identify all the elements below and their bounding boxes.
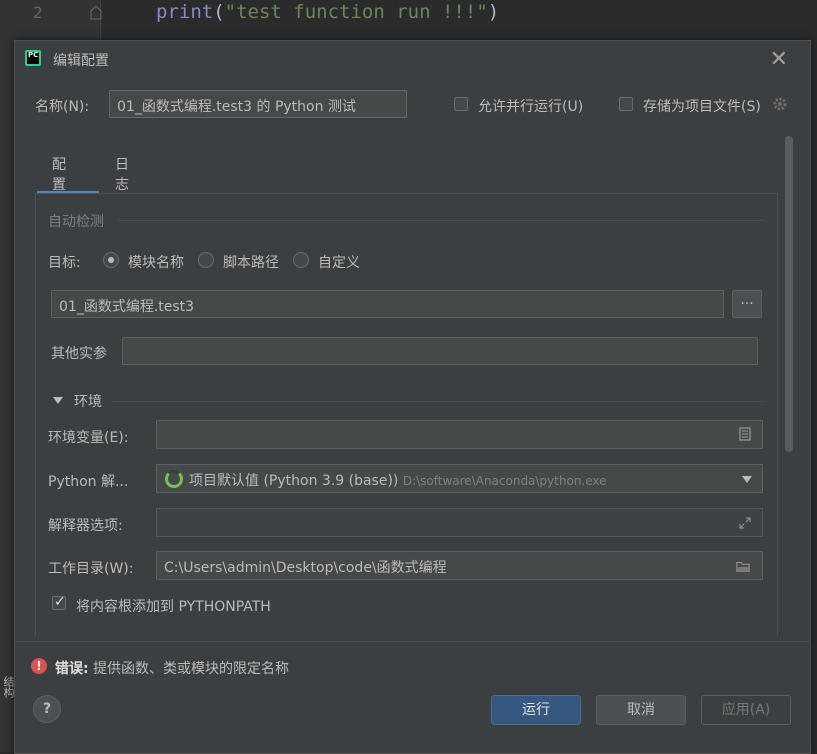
auto-detect-section-title: 自动检测 <box>48 214 104 230</box>
workdir-input[interactable]: C:\Users\admin\Desktop\code\函数式编程 <box>156 551 763 580</box>
document-icon[interactable] <box>738 427 752 441</box>
fold-marker-icon[interactable] <box>90 4 102 20</box>
code-paren-close: ) <box>487 1 500 23</box>
target-module-input[interactable]: 01_函数式编程.test3 <box>51 290 724 318</box>
run-button[interactable]: 运行 <box>491 695 581 725</box>
config-name-input[interactable]: 01_函数式编程.test3 的 Python 测试 <box>109 90 407 118</box>
tab-logs[interactable]: 日志 <box>115 154 129 194</box>
add-content-roots-label[interactable]: 将内容根添加到 PYTHONPATH <box>76 596 271 616</box>
tab-config[interactable]: 配置 <box>52 154 66 194</box>
folder-icon[interactable] <box>736 559 750 573</box>
radio-custom-label[interactable]: 自定义 <box>318 252 360 272</box>
other-args-input[interactable] <box>122 337 758 365</box>
section-separator <box>111 401 763 402</box>
error-prefix: 错误: <box>55 661 89 677</box>
pycharm-logo-icon: PC <box>25 50 41 66</box>
code-string: "test function run !!!" <box>224 1 488 23</box>
interpreter-select[interactable]: 项目默认值 (Python 3.9 (base)) D:\software\An… <box>156 464 763 493</box>
code-function: print <box>156 1 214 23</box>
error-icon: ! <box>31 658 47 674</box>
loading-spinner-icon <box>165 470 183 488</box>
cancel-button[interactable]: 取消 <box>596 695 686 725</box>
app-icon-text: PC <box>28 51 39 59</box>
workdir-label: 工作目录(W): <box>48 561 134 577</box>
target-label: 目标: <box>48 255 81 271</box>
env-vars-label: 环境变量(E): <box>48 430 129 446</box>
error-message: 错误: 提供函数、类或模块的限定名称 <box>55 658 289 678</box>
structure-side-tab[interactable]: 结构 <box>0 676 15 736</box>
section-separator <box>118 220 763 221</box>
interpreter-options-input[interactable] <box>156 508 763 537</box>
dialog-titlebar[interactable]: PC 编辑配置 ✕ <box>15 41 810 75</box>
allow-parallel-label[interactable]: 允许并行运行(U) <box>478 96 583 116</box>
add-content-roots-checkbox[interactable] <box>52 594 66 610</box>
chevron-down-icon[interactable] <box>742 476 752 483</box>
expand-icon[interactable] <box>738 516 752 530</box>
store-project-file-checkbox[interactable] <box>619 97 633 111</box>
error-text: 提供函数、类或模块的限定名称 <box>93 661 290 677</box>
browse-button[interactable]: ... <box>732 290 762 318</box>
code-paren-open: ( <box>213 1 225 23</box>
interpreter-options-label: 解释器选项: <box>48 518 123 534</box>
apply-button[interactable]: 应用(A) <box>701 695 791 725</box>
interpreter-path: D:\software\Anaconda\python.exe <box>402 474 607 488</box>
store-project-file-label[interactable]: 存储为项目文件(S) <box>643 96 761 116</box>
close-icon[interactable]: ✕ <box>770 47 788 72</box>
line-number: 2 <box>33 3 43 22</box>
footer-separator <box>15 641 810 642</box>
other-args-label: 其他实参 <box>51 346 107 362</box>
radio-script-path[interactable] <box>198 252 214 268</box>
radio-custom[interactable] <box>293 252 309 268</box>
env-section-title[interactable]: 环境 <box>74 391 102 411</box>
gear-icon[interactable] <box>772 96 788 112</box>
config-panel: 自动检测 目标: 模块名称 脚本路径 自定义 01_函数式编程.test3 ..… <box>35 193 778 636</box>
help-button[interactable]: ? <box>33 695 61 723</box>
radio-module-name[interactable] <box>103 252 119 268</box>
chevron-down-icon[interactable] <box>53 397 63 404</box>
radio-script-path-label[interactable]: 脚本路径 <box>223 252 279 272</box>
code-line[interactable]: print("test function run !!!") <box>156 1 499 23</box>
interpreter-value: 项目默认值 (Python 3.9 (base)) <box>189 473 399 489</box>
name-label: 名称(N): <box>35 99 90 115</box>
interpreter-label: Python 解... <box>48 474 129 490</box>
allow-parallel-checkbox[interactable] <box>454 97 468 111</box>
vertical-scrollbar[interactable] <box>785 136 793 452</box>
env-vars-input[interactable] <box>156 420 763 449</box>
radio-module-name-label[interactable]: 模块名称 <box>128 252 184 272</box>
dialog-title: 编辑配置 <box>53 53 109 69</box>
edit-config-dialog: PC 编辑配置 ✕ 名称(N): 01_函数式编程.test3 的 Python… <box>14 40 811 754</box>
